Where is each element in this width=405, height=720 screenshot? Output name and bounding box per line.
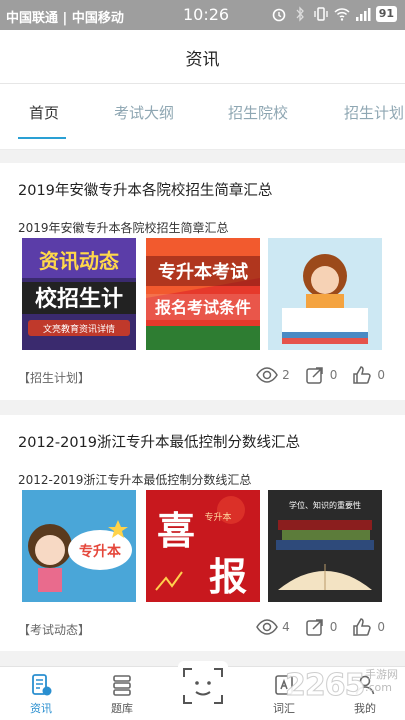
tab-colleges[interactable]: 招生院校 [228,102,288,123]
thumb-text: 学位、知识的重要性 [289,500,361,510]
likes-count: 0 [377,620,385,634]
category-tabs: 首页 考试大纲 招生院校 招生计划 [0,84,405,150]
status-icons: 91 [271,6,397,22]
watermark-site: 手游网 [365,668,398,681]
share-icon [305,619,323,636]
thumb-text: 专升本 [79,543,122,560]
scan-button[interactable] [178,661,228,711]
eye-icon [256,619,278,635]
article-card[interactable]: 2019年安徽专升本各院校招生简章汇总 2019年安徽专升本各院校招生简章汇总 … [0,163,405,400]
thumb-text: 校招生计 [35,286,123,312]
nav-item-question-bank[interactable]: 题库 [92,673,152,716]
carrier-separator: | [62,11,68,26]
article-card[interactable]: 2012-2019浙江专升本最低控制分数线汇总 2012-2019浙江专升本最低… [0,415,405,651]
shares-count: 0 [329,620,338,634]
like-button[interactable]: 0 [351,617,385,637]
bluetooth-icon [296,6,304,22]
database-icon [113,675,131,696]
signal-icon [355,8,371,21]
category-tag[interactable]: 【招生计划】 [18,369,90,386]
share-button[interactable]: 0 [304,365,338,385]
article-thumbnail[interactable]: 专升本考试 报名考试条件 [146,238,260,350]
vibrate-icon [314,7,328,21]
wifi-icon [334,8,350,21]
site-watermark: 2265 手游网 .com [285,664,405,720]
views-count: 2 [282,368,290,382]
article-thumbnail[interactable]: 资讯动态 校招生计 文亮教育资讯详情 [22,238,136,350]
thumbs-up-icon [353,366,372,384]
eye-icon [256,367,278,383]
article-stats: 4 0 0 [246,617,385,637]
thumb-text: 报名考试条件 [155,298,251,317]
article-thumbnail[interactable]: 专升本 [22,490,136,602]
thumb-text: 专升本考试 [158,261,248,283]
article-title[interactable]: 2019年安徽专升本各院校招生简章汇总 [18,179,272,200]
tab-exam-outline[interactable]: 考试大纲 [114,102,174,123]
title-bar: 资讯 [0,30,405,84]
category-tag[interactable]: 【考试动态】 [18,621,90,638]
carrier-info: 中国联通 | 中国移动 [6,7,124,26]
status-bar: 中国联通 | 中国移动 10:26 91 [0,0,405,30]
tab-home[interactable]: 首页 [29,102,59,123]
article-thumbnail[interactable] [268,238,382,350]
share-button[interactable]: 0 [304,617,338,637]
article-thumbnail[interactable]: 喜 报 专升本 [146,490,260,602]
nav-label-question-bank: 题库 [111,702,133,715]
tab-enrollment-plan[interactable]: 招生计划 [344,102,404,123]
article-subtitle: 2019年安徽专升本各院校招生简章汇总 [18,221,229,235]
article-subtitle: 2012-2019浙江专升本最低控制分数线汇总 [18,473,252,487]
shares-count: 0 [329,368,338,382]
thumb-text: 喜 [157,508,195,553]
battery-indicator: 91 [375,6,397,22]
scan-face-icon [183,668,223,704]
views-stat: 2 [256,365,290,385]
nav-label-news: 资讯 [30,702,52,715]
active-tab-indicator [18,137,66,139]
clock: 10:26 [183,5,230,24]
thumb-text: 资讯动态 [39,249,119,273]
watermark-domain: .com [365,681,392,694]
article-stats: 2 0 0 [246,365,385,385]
carrier-2: 中国移动 [71,11,124,26]
news-icon [32,674,52,696]
watermark-logo: 2265 [285,668,366,704]
views-count: 4 [282,620,290,634]
thumbs-up-icon [353,618,372,636]
nav-item-news[interactable]: 资讯 [11,673,71,716]
page-title: 资讯 [185,50,220,70]
thumb-text: 报 [209,554,247,599]
alarm-icon [272,8,285,22]
thumb-text: 文亮教育资讯详情 [43,323,115,335]
like-button[interactable]: 0 [351,365,385,385]
article-title[interactable]: 2012-2019浙江专升本最低控制分数线汇总 [18,431,300,452]
thumb-text: 专升本 [204,511,231,523]
share-icon [305,367,323,384]
likes-count: 0 [377,368,385,382]
article-thumbnail[interactable]: 学位、知识的重要性 [268,490,382,602]
carrier-1: 中国联通 [6,11,59,26]
views-stat: 4 [256,617,290,637]
